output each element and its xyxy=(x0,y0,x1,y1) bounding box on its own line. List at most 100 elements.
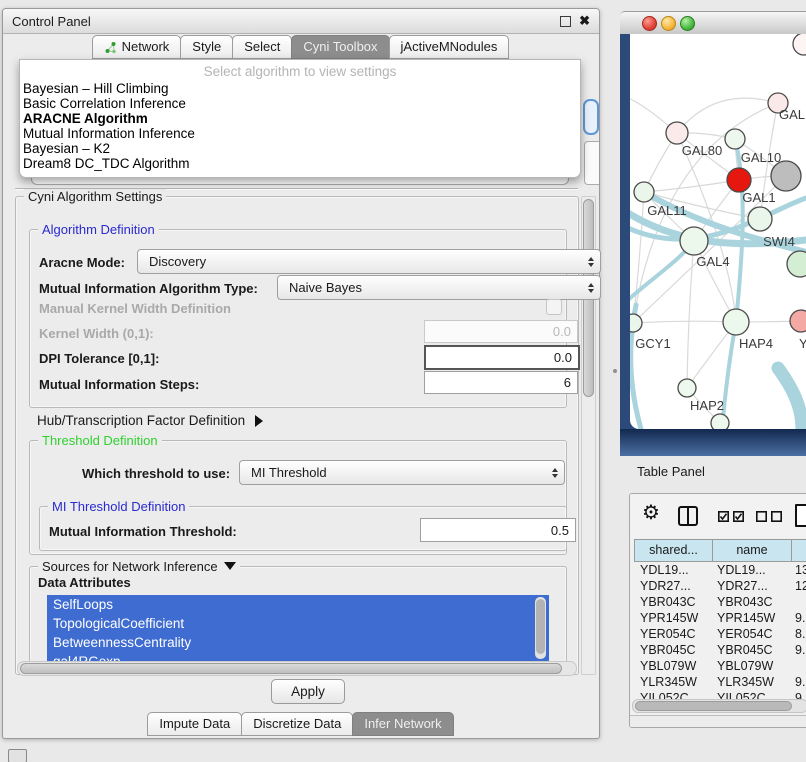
table-panel-footer xyxy=(630,715,806,728)
mi-steps-field[interactable]: 6 xyxy=(424,371,578,394)
manual-kernel-checkbox[interactable] xyxy=(546,299,562,315)
gear-icon[interactable]: ⚙ xyxy=(642,501,660,525)
network-edge[interactable] xyxy=(644,180,739,192)
network-node-label: HAP4 xyxy=(739,336,773,351)
table-cell: YLR345W xyxy=(634,674,711,690)
data-attributes-list[interactable]: SelfLoopsTopologicalCoefficientBetweenne… xyxy=(47,595,549,661)
network-edge[interactable] xyxy=(677,98,778,133)
network-edge[interactable] xyxy=(633,321,736,323)
tab-label: Impute Data xyxy=(159,713,230,735)
settings-horizontal-scrollbar-thumb[interactable] xyxy=(20,663,562,674)
split-columns-icon[interactable] xyxy=(678,506,698,526)
hub-definition-expander[interactable]: Hub/Transcription Factor Definition xyxy=(37,413,263,428)
hidden-box-fragment xyxy=(584,141,599,185)
aracne-mode-select[interactable]: Discovery xyxy=(137,249,601,274)
algorithm-option[interactable]: Mutual Information Inference xyxy=(20,126,580,141)
close-traffic-light-icon[interactable] xyxy=(642,16,657,31)
table-cell: YDR27... xyxy=(711,578,789,594)
tab-style[interactable]: Style xyxy=(180,35,233,59)
select-all-columns-icon[interactable] xyxy=(718,511,744,522)
data-attribute-item[interactable]: SelfLoops xyxy=(47,595,549,614)
tab-label: Cyni Toolbox xyxy=(303,36,377,58)
collapse-arrow-icon xyxy=(224,562,236,570)
network-node-gal11[interactable] xyxy=(634,182,654,202)
network-graph[interactable]: GALGAL80GAL10GAL1GAL11SWI4GAL4GCY1HAP4YH… xyxy=(630,34,806,429)
table-cell: 9. xyxy=(789,642,806,658)
mi-threshold-field[interactable]: 0.5 xyxy=(420,518,576,542)
algorithm-option[interactable]: Bayesian – Hill Climbing xyxy=(20,81,580,96)
table-row[interactable]: YDL19...YDL19...13 xyxy=(634,562,806,578)
table-row[interactable]: YLR345WYLR345W9. xyxy=(634,674,806,690)
algorithm-option[interactable]: Dream8 DC_TDC Algorithm xyxy=(20,156,580,171)
file-icon[interactable] xyxy=(795,504,806,527)
network-node[interactable] xyxy=(793,34,806,55)
algorithm-option[interactable]: Basic Correlation Inference xyxy=(20,96,580,111)
network-window-frame: GALGAL80GAL10GAL1GAL11SWI4GAL4GCY1HAP4YH… xyxy=(620,34,806,456)
float-icon[interactable] xyxy=(560,16,571,27)
network-node-y[interactable] xyxy=(790,310,806,332)
table-horizontal-scrollbar-thumb[interactable] xyxy=(635,701,792,711)
table-cell: YER054C xyxy=(711,626,789,642)
tab-select[interactable]: Select xyxy=(232,35,292,59)
tab-discretize-data[interactable]: Discretize Data xyxy=(241,712,353,736)
network-node-hap2[interactable] xyxy=(678,379,696,397)
network-window-titlebar[interactable] xyxy=(620,11,806,35)
close-icon[interactable]: ✖ xyxy=(579,16,590,26)
tab-impute-data[interactable]: Impute Data xyxy=(147,712,242,736)
data-attribute-item[interactable]: gal4RGexp xyxy=(47,652,549,661)
network-edge[interactable] xyxy=(778,368,802,429)
column-header[interactable]: shared... xyxy=(634,539,713,562)
sources-legend[interactable]: Sources for Network Inference xyxy=(38,559,240,574)
table-row[interactable]: YBR043CYBR043C xyxy=(634,594,806,610)
network-node[interactable] xyxy=(711,414,729,429)
settings-horizontal-scrollbar[interactable] xyxy=(17,661,577,676)
dpi-tolerance-field[interactable]: 0.0 xyxy=(424,345,580,370)
tab-network[interactable]: Network xyxy=(92,35,182,59)
table-cell: 9. xyxy=(789,610,806,626)
table-row[interactable]: YPR145WYPR145W9. xyxy=(634,610,806,626)
column-header[interactable]: name xyxy=(713,539,792,562)
data-attribute-item[interactable]: TopologicalCoefficient xyxy=(47,614,549,633)
network-node[interactable] xyxy=(787,251,806,277)
attributes-scrollbar[interactable] xyxy=(535,597,546,659)
table-horizontal-scrollbar[interactable] xyxy=(632,699,806,713)
zoom-traffic-light-icon[interactable] xyxy=(680,16,695,31)
collapsed-panel-icon[interactable] xyxy=(8,749,27,762)
network-node-gcy1[interactable] xyxy=(630,314,642,332)
tab-label: Discretize Data xyxy=(253,713,341,735)
kernel-width-field[interactable]: 0.0 xyxy=(424,320,578,343)
table-row[interactable]: YER054CYER054C8. xyxy=(634,626,806,642)
table-cell: YBR043C xyxy=(634,594,711,610)
tab-cyni-toolbox[interactable]: Cyni Toolbox xyxy=(291,35,389,59)
network-window-bottom-frame xyxy=(620,429,806,456)
table-row[interactable]: YBR045CYBR045C9. xyxy=(634,642,806,658)
table-row[interactable]: YDR27...YDR27...12 xyxy=(634,578,806,594)
algorithm-option[interactable]: Bayesian – K2 xyxy=(20,141,580,156)
table-header-row: shared...name xyxy=(634,539,806,562)
table-row[interactable]: YBL079WYBL079W xyxy=(634,658,806,674)
panel-resize-handle[interactable] xyxy=(613,369,617,373)
hub-definition-label: Hub/Transcription Factor Definition xyxy=(37,413,245,428)
network-node-gal1[interactable] xyxy=(727,168,751,192)
mi-type-select[interactable]: Naive Bayes xyxy=(277,275,601,300)
network-node-gal80[interactable] xyxy=(666,122,688,144)
network-node[interactable] xyxy=(771,161,801,191)
which-threshold-select[interactable]: MI Threshold xyxy=(239,460,565,485)
tab-infer-network[interactable]: Infer Network xyxy=(352,712,453,736)
control-panel-title: Control Panel xyxy=(12,14,91,29)
tab-label: Style xyxy=(192,36,221,58)
algorithm-option[interactable]: ARACNE Algorithm xyxy=(20,111,580,126)
network-node-swi4[interactable] xyxy=(748,207,772,231)
tab-jactivemnodules[interactable]: jActiveMNodules xyxy=(389,35,510,59)
network-node-gal4[interactable] xyxy=(680,227,708,255)
attributes-scrollbar-thumb[interactable] xyxy=(536,599,545,654)
network-edge[interactable] xyxy=(687,241,694,388)
minimize-traffic-light-icon[interactable] xyxy=(661,16,676,31)
network-node-gal10[interactable] xyxy=(725,129,745,149)
network-canvas[interactable]: GALGAL80GAL10GAL1GAL11SWI4GAL4GCY1HAP4YH… xyxy=(630,34,806,429)
data-attribute-item[interactable]: BetweennessCentrality xyxy=(47,633,549,652)
column-header[interactable] xyxy=(792,539,806,562)
deselect-all-columns-icon[interactable] xyxy=(756,511,782,522)
apply-button[interactable]: Apply xyxy=(271,679,345,704)
network-node-hap4[interactable] xyxy=(723,309,749,335)
